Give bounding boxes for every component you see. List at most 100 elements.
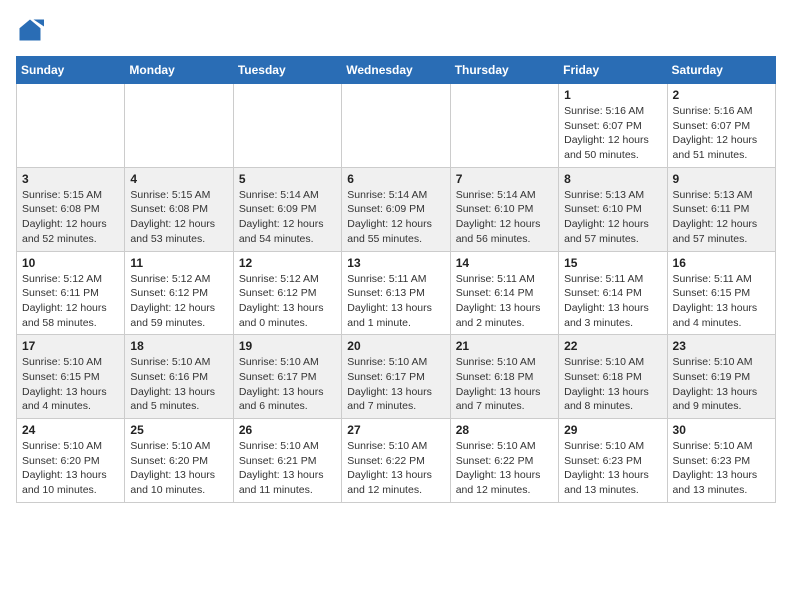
calendar-cell: 8Sunrise: 5:13 AM Sunset: 6:10 PM Daylig… xyxy=(559,167,667,251)
day-number: 17 xyxy=(22,339,119,353)
day-number: 21 xyxy=(456,339,553,353)
day-number: 1 xyxy=(564,88,661,102)
weekday-header: Sunday xyxy=(17,57,125,84)
day-info: Sunrise: 5:10 AM Sunset: 6:18 PM Dayligh… xyxy=(456,355,553,414)
day-info: Sunrise: 5:10 AM Sunset: 6:16 PM Dayligh… xyxy=(130,355,227,414)
day-info: Sunrise: 5:10 AM Sunset: 6:22 PM Dayligh… xyxy=(456,439,553,498)
day-info: Sunrise: 5:10 AM Sunset: 6:20 PM Dayligh… xyxy=(130,439,227,498)
weekday-header: Wednesday xyxy=(342,57,450,84)
calendar-week-row: 17 Sunrise: 5:10 AM Sunset: 6:15 PM Dayli… xyxy=(17,335,776,419)
calendar-cell: 5 Sunrise: 5:14 AM Sunset: 6:09 PM Daylig… xyxy=(233,167,341,251)
calendar-cell: 15Sunrise: 5:11 AM Sunset: 6:14 PM Dayli… xyxy=(559,251,667,335)
day-info: Sunrise: 5:10 AM Sunset: 6:23 PM Dayligh… xyxy=(673,439,770,498)
day-info: Sunrise: 5:10 AM Sunset: 6:19 PM Dayligh… xyxy=(673,355,770,414)
calendar-cell: 14Sunrise: 5:11 AM Sunset: 6:14 PM Dayli… xyxy=(450,251,558,335)
calendar-cell xyxy=(17,84,125,168)
calendar-week-row: 10 Sunrise: 5:12 AM Sunset: 6:11 PM Dayli… xyxy=(17,251,776,335)
calendar-cell: 13 Sunrise: 5:11 AM Sunset: 6:13 PM Dayli… xyxy=(342,251,450,335)
calendar-cell: 11 Sunrise: 5:12 AM Sunset: 6:12 PM Dayli… xyxy=(125,251,233,335)
calendar-cell xyxy=(342,84,450,168)
day-number: 5 xyxy=(239,172,336,186)
calendar-cell xyxy=(450,84,558,168)
day-number: 28 xyxy=(456,423,553,437)
day-number: 30 xyxy=(673,423,770,437)
day-info: Sunrise: 5:10 AM Sunset: 6:18 PM Dayligh… xyxy=(564,355,661,414)
day-info: Sunrise: 5:10 AM Sunset: 6:17 PM Dayligh… xyxy=(239,355,336,414)
calendar-cell xyxy=(233,84,341,168)
calendar-week-row: 24 Sunrise: 5:10 AM Sunset: 6:20 PM Dayli… xyxy=(17,419,776,503)
calendar-cell: 2 Sunrise: 5:16 AM Sunset: 6:07 PM Daylig… xyxy=(667,84,775,168)
calendar-cell xyxy=(125,84,233,168)
calendar-cell: 4 Sunrise: 5:15 AM Sunset: 6:08 PM Daylig… xyxy=(125,167,233,251)
day-info: Sunrise: 5:10 AM Sunset: 6:23 PM Dayligh… xyxy=(564,439,661,498)
day-number: 2 xyxy=(673,88,770,102)
calendar-cell: 18 Sunrise: 5:10 AM Sunset: 6:16 PM Dayli… xyxy=(125,335,233,419)
calendar-cell: 1 Sunrise: 5:16 AM Sunset: 6:07 PM Daylig… xyxy=(559,84,667,168)
logo-icon xyxy=(16,16,44,44)
calendar-cell: 26 Sunrise: 5:10 AM Sunset: 6:21 PM Dayli… xyxy=(233,419,341,503)
calendar-cell: 27 Sunrise: 5:10 AM Sunset: 6:22 PM Dayli… xyxy=(342,419,450,503)
calendar-cell: 21 Sunrise: 5:10 AM Sunset: 6:18 PM Dayli… xyxy=(450,335,558,419)
day-info: Sunrise: 5:15 AM Sunset: 6:08 PM Dayligh… xyxy=(22,188,119,247)
day-number: 15 xyxy=(564,256,661,270)
day-info: Sunrise: 5:10 AM Sunset: 6:15 PM Dayligh… xyxy=(22,355,119,414)
weekday-header: Friday xyxy=(559,57,667,84)
weekday-header: Tuesday xyxy=(233,57,341,84)
page-header xyxy=(16,16,776,44)
day-number: 13 xyxy=(347,256,444,270)
calendar-cell: 20 Sunrise: 5:10 AM Sunset: 6:17 PM Dayli… xyxy=(342,335,450,419)
day-number: 6 xyxy=(347,172,444,186)
calendar-cell: 19 Sunrise: 5:10 AM Sunset: 6:17 PM Dayli… xyxy=(233,335,341,419)
day-info: Sunrise: 5:16 AM Sunset: 6:07 PM Dayligh… xyxy=(564,104,661,163)
day-info: Sunrise: 5:13 AM Sunset: 6:11 PM Dayligh… xyxy=(673,188,770,247)
day-number: 25 xyxy=(130,423,227,437)
calendar-cell: 7 Sunrise: 5:14 AM Sunset: 6:10 PM Daylig… xyxy=(450,167,558,251)
day-info: Sunrise: 5:16 AM Sunset: 6:07 PM Dayligh… xyxy=(673,104,770,163)
day-info: Sunrise: 5:11 AM Sunset: 6:15 PM Dayligh… xyxy=(673,272,770,331)
day-number: 10 xyxy=(22,256,119,270)
day-info: Sunrise: 5:12 AM Sunset: 6:11 PM Dayligh… xyxy=(22,272,119,331)
day-info: Sunrise: 5:11 AM Sunset: 6:13 PM Dayligh… xyxy=(347,272,444,331)
day-info: Sunrise: 5:12 AM Sunset: 6:12 PM Dayligh… xyxy=(130,272,227,331)
weekday-header: Saturday xyxy=(667,57,775,84)
day-number: 18 xyxy=(130,339,227,353)
calendar-header-row: SundayMondayTuesdayWednesdayThursdayFrid… xyxy=(17,57,776,84)
day-number: 4 xyxy=(130,172,227,186)
day-number: 9 xyxy=(673,172,770,186)
day-number: 19 xyxy=(239,339,336,353)
day-number: 11 xyxy=(130,256,227,270)
calendar-cell: 23 Sunrise: 5:10 AM Sunset: 6:19 PM Dayli… xyxy=(667,335,775,419)
day-number: 20 xyxy=(347,339,444,353)
day-number: 26 xyxy=(239,423,336,437)
day-number: 14 xyxy=(456,256,553,270)
calendar-week-row: 1 Sunrise: 5:16 AM Sunset: 6:07 PM Daylig… xyxy=(17,84,776,168)
day-info: Sunrise: 5:15 AM Sunset: 6:08 PM Dayligh… xyxy=(130,188,227,247)
calendar-cell: 25 Sunrise: 5:10 AM Sunset: 6:20 PM Dayli… xyxy=(125,419,233,503)
day-info: Sunrise: 5:10 AM Sunset: 6:21 PM Dayligh… xyxy=(239,439,336,498)
day-info: Sunrise: 5:14 AM Sunset: 6:09 PM Dayligh… xyxy=(239,188,336,247)
calendar-cell: 29 Sunrise: 5:10 AM Sunset: 6:23 PM Dayli… xyxy=(559,419,667,503)
day-info: Sunrise: 5:12 AM Sunset: 6:12 PM Dayligh… xyxy=(239,272,336,331)
day-number: 27 xyxy=(347,423,444,437)
calendar-cell: 17 Sunrise: 5:10 AM Sunset: 6:15 PM Dayli… xyxy=(17,335,125,419)
calendar-week-row: 3Sunrise: 5:15 AM Sunset: 6:08 PM Daylig… xyxy=(17,167,776,251)
day-number: 24 xyxy=(22,423,119,437)
day-number: 16 xyxy=(673,256,770,270)
calendar-cell: 24Sunrise: 5:10 AM Sunset: 6:20 PM Dayli… xyxy=(17,419,125,503)
day-number: 12 xyxy=(239,256,336,270)
calendar-cell: 3Sunrise: 5:15 AM Sunset: 6:08 PM Daylig… xyxy=(17,167,125,251)
day-info: Sunrise: 5:10 AM Sunset: 6:17 PM Dayligh… xyxy=(347,355,444,414)
day-info: Sunrise: 5:10 AM Sunset: 6:22 PM Dayligh… xyxy=(347,439,444,498)
day-number: 29 xyxy=(564,423,661,437)
day-number: 7 xyxy=(456,172,553,186)
calendar-cell: 22Sunrise: 5:10 AM Sunset: 6:18 PM Dayli… xyxy=(559,335,667,419)
day-info: Sunrise: 5:14 AM Sunset: 6:10 PM Dayligh… xyxy=(456,188,553,247)
calendar-cell: 10 Sunrise: 5:12 AM Sunset: 6:11 PM Dayli… xyxy=(17,251,125,335)
day-number: 23 xyxy=(673,339,770,353)
calendar-cell: 12 Sunrise: 5:12 AM Sunset: 6:12 PM Dayli… xyxy=(233,251,341,335)
weekday-header: Thursday xyxy=(450,57,558,84)
weekday-header: Monday xyxy=(125,57,233,84)
calendar-cell: 28 Sunrise: 5:10 AM Sunset: 6:22 PM Dayli… xyxy=(450,419,558,503)
calendar-cell: 6 Sunrise: 5:14 AM Sunset: 6:09 PM Daylig… xyxy=(342,167,450,251)
day-info: Sunrise: 5:14 AM Sunset: 6:09 PM Dayligh… xyxy=(347,188,444,247)
